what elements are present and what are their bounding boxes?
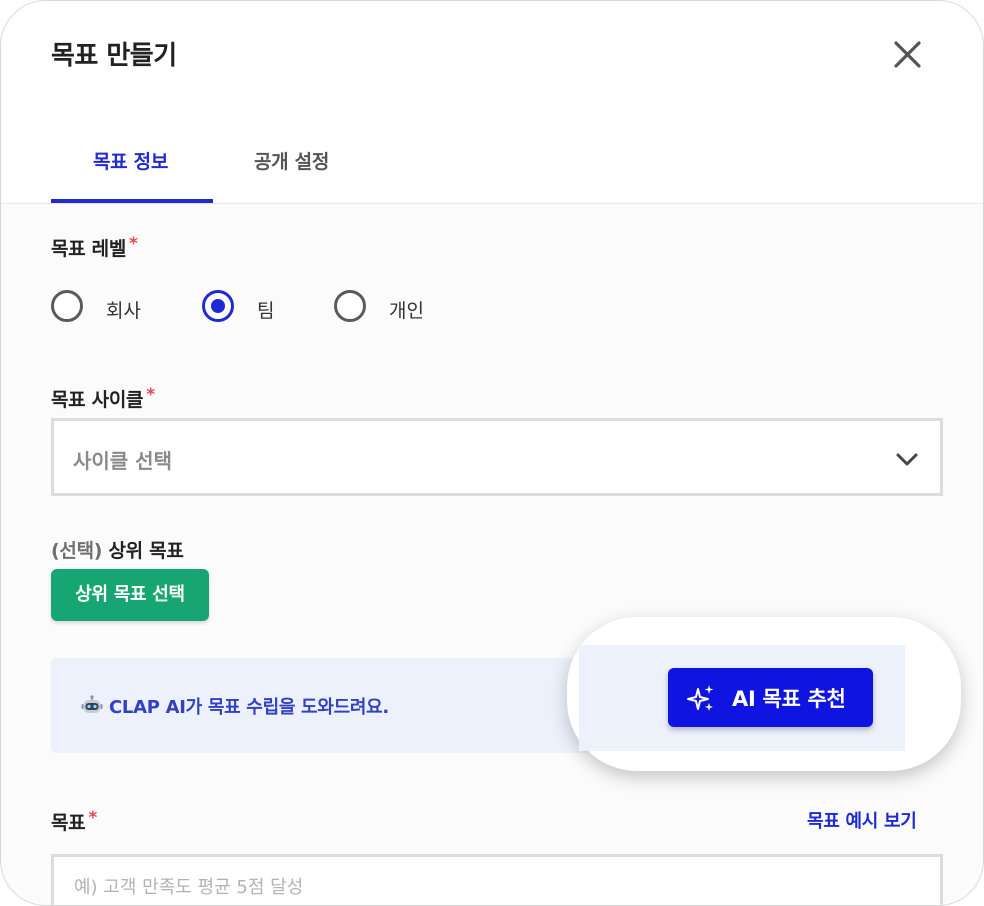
select-parent-goal-button[interactable]: 상위 목표 선택 — [51, 569, 209, 621]
sparkles-icon — [687, 685, 714, 711]
required-mark: * — [129, 234, 138, 254]
required-mark: * — [88, 808, 97, 828]
radio-button[interactable] — [334, 290, 366, 322]
radio-button-selected[interactable] — [202, 290, 234, 322]
radio-personal[interactable]: 개인 — [334, 289, 444, 329]
required-mark: * — [146, 385, 155, 405]
optional-prefix: (선택) — [51, 540, 103, 562]
ai-button-label: AI 목표 추천 — [732, 687, 846, 711]
tab-goal-info[interactable]: 목표 정보 — [93, 147, 168, 174]
goal-cycle-label-text: 목표 사이클 — [51, 389, 144, 411]
radio-button[interactable] — [51, 290, 83, 322]
ai-banner-text: CLAP AI가 목표 수립을 도와드려요. — [81, 693, 389, 719]
parent-goal-label-text: 상위 목표 — [108, 540, 184, 562]
radio-personal-label: 개인 — [389, 300, 424, 322]
goal-example-link[interactable]: 목표 예시 보기 — [807, 807, 917, 833]
ai-banner-message: CLAP AI가 목표 수립을 도와드려요. — [109, 697, 389, 718]
close-icon — [894, 41, 921, 68]
goal-label-text: 목표 — [51, 812, 86, 834]
goal-level-label-text: 목표 레벨 — [51, 238, 127, 260]
radio-company-label: 회사 — [106, 300, 141, 322]
radio-team-label: 팀 — [257, 300, 275, 322]
radio-company[interactable]: 회사 — [51, 289, 161, 329]
cycle-select-placeholder: 사이클 선택 — [73, 449, 172, 473]
goal-input[interactable] — [51, 854, 943, 905]
tab-visibility-settings[interactable]: 공개 설정 — [254, 147, 329, 174]
create-goal-modal: 목표 만들기 목표 정보 공개 설정 목표 레벨 * 회사 팀 개인 목표 사이클… — [0, 0, 984, 906]
modal-title: 목표 만들기 — [51, 41, 177, 71]
radio-team[interactable]: 팀 — [202, 289, 292, 329]
goal-level-label: 목표 레벨 * — [51, 234, 138, 261]
robot-icon — [81, 695, 103, 713]
parent-goal-label: (선택) 상위 목표 — [51, 536, 184, 563]
goal-label: 목표 * — [51, 808, 97, 835]
goal-cycle-label: 목표 사이클 * — [51, 385, 155, 412]
tab-divider — [1, 203, 983, 204]
chevron-down-icon — [896, 453, 918, 466]
close-button[interactable] — [887, 35, 927, 75]
cycle-select[interactable]: 사이클 선택 — [51, 418, 943, 496]
ai-goal-recommend-button[interactable]: AI 목표 추천 — [668, 668, 873, 727]
